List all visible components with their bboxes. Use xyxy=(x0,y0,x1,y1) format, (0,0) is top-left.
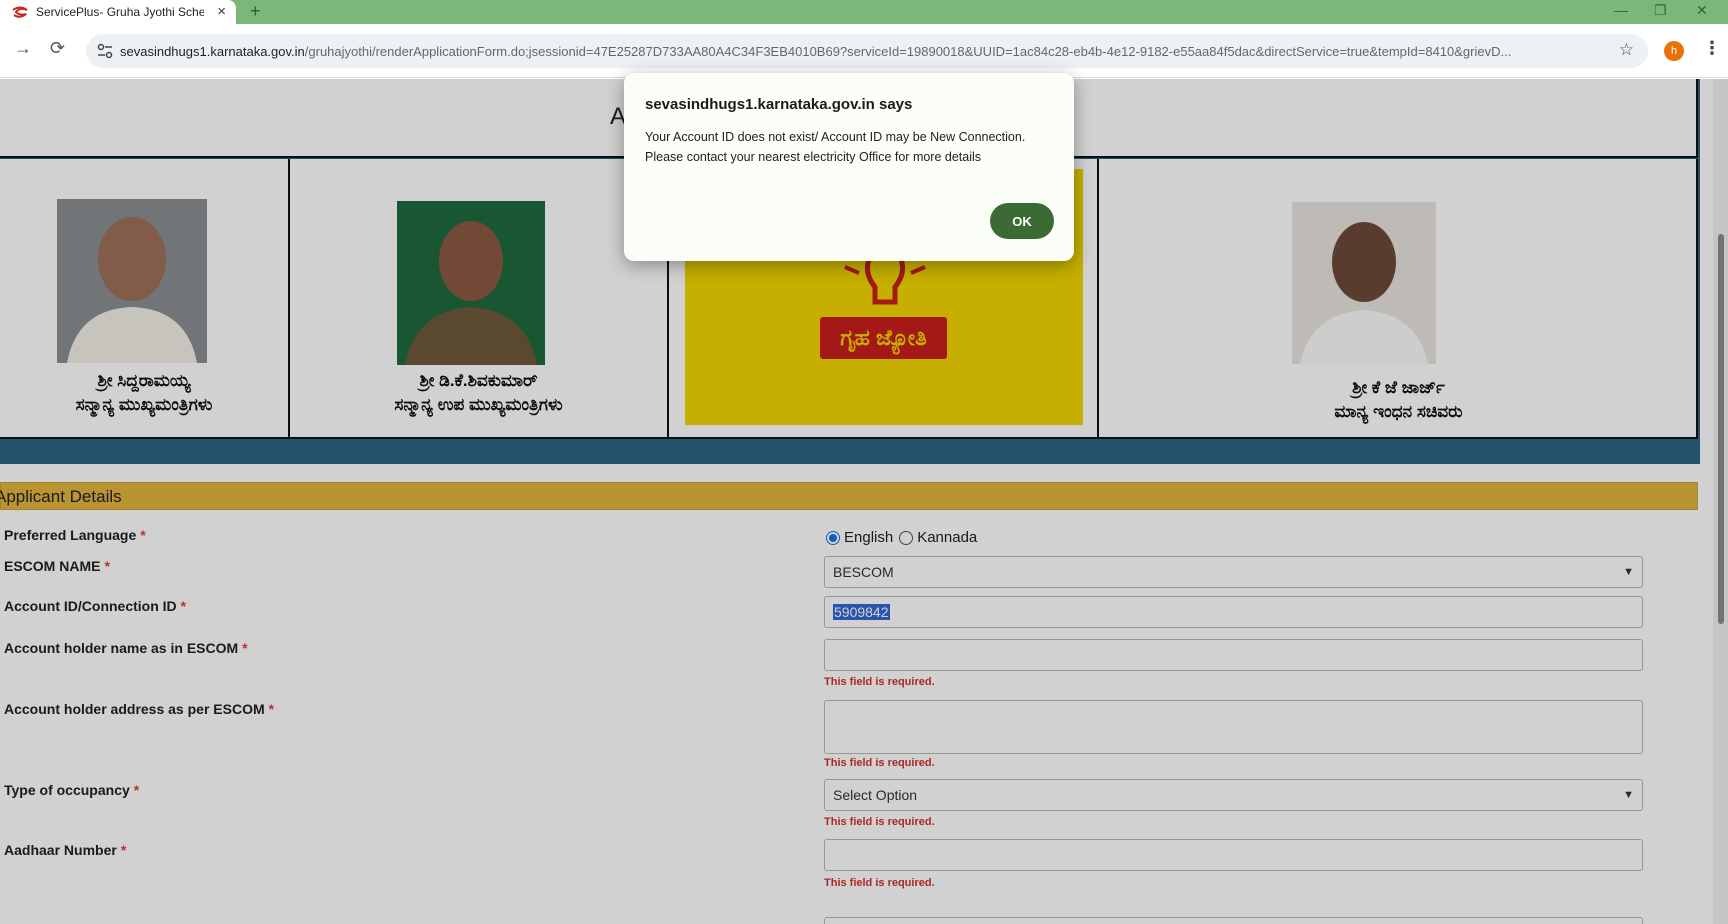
url-text: sevasindhugs1.karnataka.gov.in/gruhajyot… xyxy=(120,44,1605,59)
forward-arrow-icon[interactable]: → xyxy=(14,38,32,59)
bookmark-star-icon[interactable]: ☆ xyxy=(1619,40,1634,60)
restore-icon[interactable]: ❐ xyxy=(1654,2,1667,19)
ok-button[interactable]: OK xyxy=(990,203,1054,239)
dialog-title: sevasindhugs1.karnataka.gov.in says xyxy=(645,96,913,113)
browser-tab-strip: ServicePlus- Gruha Jyothi Scheme × + — ❐… xyxy=(0,0,1728,24)
tab-title: ServicePlus- Gruha Jyothi Scheme xyxy=(36,5,204,19)
site-settings-icon[interactable] xyxy=(96,42,114,60)
reload-icon[interactable]: ⟳ xyxy=(50,38,65,59)
url-host: sevasindhugs1.karnataka.gov.in xyxy=(120,43,305,59)
dialog-message: Your Account ID does not exist/ Account … xyxy=(645,127,1055,167)
window-close-icon[interactable]: ✕ xyxy=(1696,2,1708,19)
alert-dialog: sevasindhugs1.karnataka.gov.in says Your… xyxy=(624,73,1074,261)
minimize-icon[interactable]: — xyxy=(1614,2,1628,18)
dialog-message-line1: Your Account ID does not exist/ Account … xyxy=(645,130,1026,144)
profile-avatar[interactable]: h xyxy=(1664,41,1684,61)
serviceplus-favicon-icon xyxy=(12,6,28,18)
browser-menu-icon[interactable]: ⋮ xyxy=(1703,38,1721,59)
dialog-message-line2: Please contact your nearest electricity … xyxy=(645,150,982,164)
address-bar[interactable]: sevasindhugs1.karnataka.gov.in/gruhajyot… xyxy=(86,34,1648,68)
url-path: /gruhajyothi/renderApplicationForm.do;js… xyxy=(304,43,1512,59)
new-tab-button[interactable]: + xyxy=(250,1,261,22)
browser-toolbar: → ⟳ sevasindhugs1.karnataka.gov.in/gruha… xyxy=(0,24,1728,78)
browser-tab[interactable]: ServicePlus- Gruha Jyothi Scheme × xyxy=(0,0,236,24)
tab-close-icon[interactable]: × xyxy=(217,3,226,20)
